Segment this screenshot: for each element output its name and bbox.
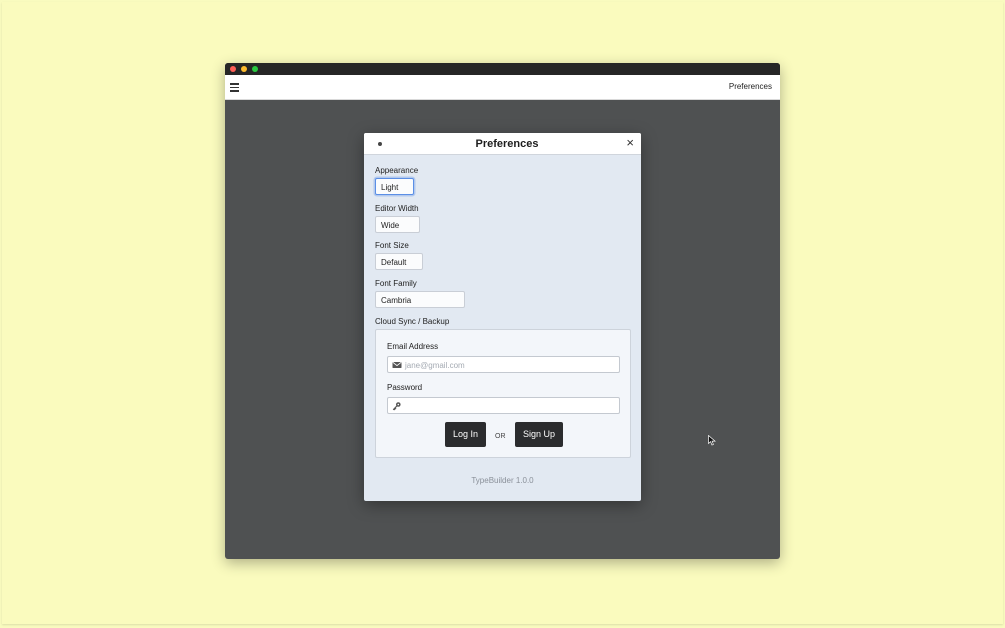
editor-width-select[interactable]: Wide — [375, 216, 420, 233]
email-placeholder: jane@gmail.com — [405, 361, 465, 370]
font-size-select[interactable]: Default — [375, 253, 423, 270]
signup-button[interactable]: Sign Up — [515, 422, 563, 447]
login-button[interactable]: Log In — [445, 422, 486, 447]
font-family-label: Font Family — [375, 279, 417, 288]
close-window-button[interactable] — [230, 66, 236, 72]
cloud-sync-panel: Email Address jane@gmail.com Password Lo… — [375, 329, 631, 458]
email-field[interactable]: jane@gmail.com — [387, 356, 620, 373]
minimize-window-button[interactable] — [241, 66, 247, 72]
font-size-label: Font Size — [375, 241, 409, 250]
preferences-dialog: Preferences × Appearance Light Editor Wi… — [364, 133, 641, 501]
app-window: Preferences Preferences × Appearance Lig… — [225, 63, 780, 559]
envelope-icon — [392, 361, 402, 368]
app-header: Preferences — [225, 75, 780, 100]
hamburger-menu-icon[interactable] — [230, 83, 239, 92]
password-field[interactable] — [387, 397, 620, 414]
dialog-header: Preferences × — [364, 133, 641, 155]
or-separator: OR — [495, 433, 506, 440]
version-label: TypeBuilder 1.0.0 — [471, 476, 534, 485]
appearance-label: Appearance — [375, 166, 419, 175]
editor-width-label: Editor Width — [375, 204, 419, 213]
window-titlebar — [225, 63, 780, 75]
app-title: Preferences — [728, 82, 772, 91]
password-label: Password — [387, 383, 423, 392]
cloud-sync-label: Cloud Sync / Backup — [375, 317, 450, 326]
key-icon — [392, 402, 401, 411]
font-family-select[interactable]: Cambria — [375, 291, 465, 308]
close-icon[interactable]: × — [626, 136, 634, 150]
mouse-cursor-icon — [708, 435, 716, 446]
dialog-title: Preferences — [475, 138, 539, 150]
appearance-select[interactable]: Light — [375, 178, 414, 195]
maximize-window-button[interactable] — [252, 66, 258, 72]
email-label: Email Address — [387, 342, 439, 351]
